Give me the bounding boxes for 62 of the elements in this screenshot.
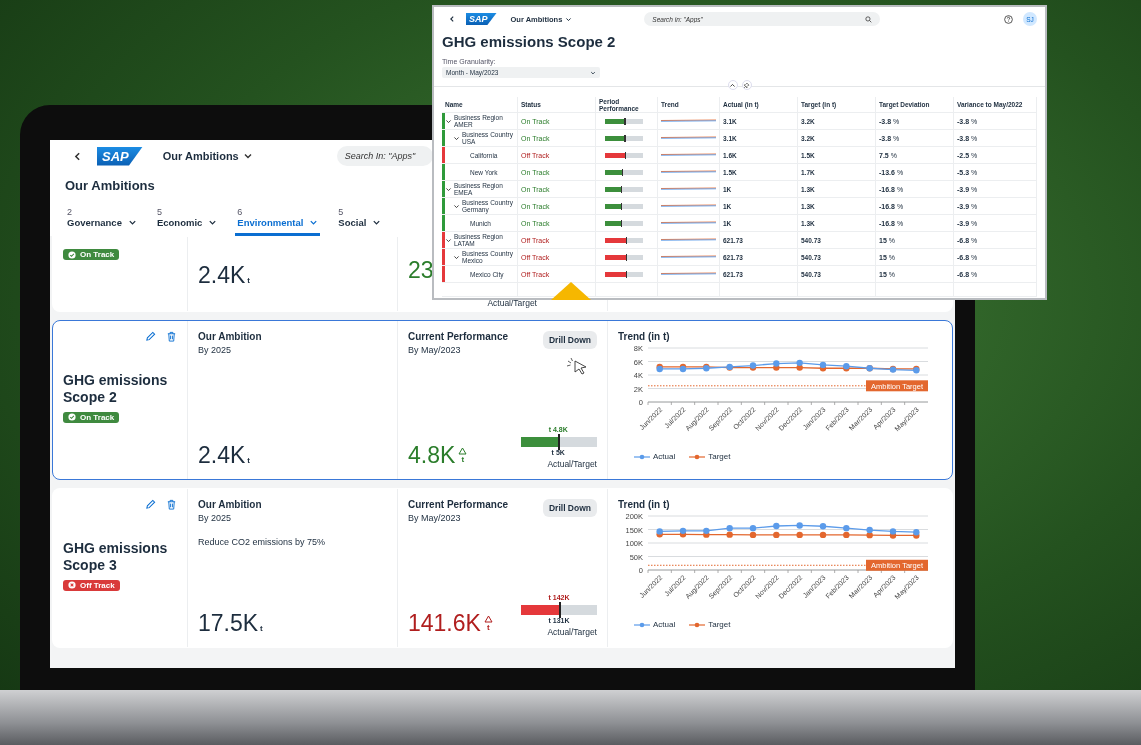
page-title: Our Ambitions bbox=[65, 178, 155, 193]
card-title: GHG emissions Scope 3 bbox=[63, 540, 169, 574]
point bbox=[703, 527, 710, 535]
performance-value: 141.6K bbox=[408, 610, 481, 637]
ambition-value: 17.5K t bbox=[198, 610, 263, 637]
search-field[interactable]: Search In: "Apps" bbox=[336, 146, 433, 166]
section-heading: Trend (in t) bbox=[618, 331, 671, 342]
section-heading: Our Ambition bbox=[198, 499, 263, 510]
section-heading: Current Performance bbox=[408, 331, 509, 342]
point bbox=[819, 361, 827, 369]
unit-label: t bbox=[461, 455, 465, 464]
section-heading: Our Ambition bbox=[198, 331, 263, 342]
section-heading: Trend (in t) bbox=[618, 499, 671, 510]
performance-value: 23 bbox=[408, 256, 434, 284]
point bbox=[726, 524, 733, 532]
point bbox=[889, 528, 897, 535]
bullet-caption: Actual/Target bbox=[546, 459, 597, 469]
point bbox=[773, 360, 780, 367]
legend-label: Target bbox=[708, 452, 731, 461]
bullet-caption: Actual/Target bbox=[546, 627, 597, 637]
period-label: By 2025 bbox=[198, 513, 233, 523]
point bbox=[843, 524, 850, 532]
category-tab[interactable]: 5 Economic bbox=[154, 207, 220, 236]
category-tab[interactable]: 5 Social bbox=[336, 207, 384, 236]
period-label: By May/2023 bbox=[408, 345, 462, 355]
point bbox=[866, 526, 873, 534]
section-heading: Current Performance bbox=[408, 499, 509, 510]
ambition-description: Reduce CO2 emissions by 75% bbox=[198, 537, 327, 547]
point bbox=[796, 359, 803, 367]
sap-logo[interactable]: SAP bbox=[466, 13, 497, 25]
legend-label: Target bbox=[708, 620, 731, 629]
performance-value: 4.8K bbox=[408, 442, 456, 469]
status-badge: Off Track bbox=[63, 579, 120, 591]
card-title: GHG emissions Scope 2 bbox=[63, 372, 169, 406]
ambition-value: 2.4K t bbox=[198, 442, 250, 469]
status-badge: On Track bbox=[63, 411, 120, 423]
category-tab[interactable]: 2 Governance bbox=[65, 207, 139, 236]
legend-label: Actual bbox=[653, 452, 676, 461]
point bbox=[726, 531, 733, 538]
point bbox=[773, 522, 780, 530]
unit-label: t bbox=[487, 623, 490, 632]
period-label: By May/2023 bbox=[408, 513, 462, 523]
point bbox=[796, 531, 803, 539]
drill-down-button[interactable]: Drill Down bbox=[542, 499, 597, 517]
drill-down-button[interactable]: Drill Down bbox=[542, 331, 597, 349]
point bbox=[749, 531, 757, 539]
app-menu[interactable]: Our Ambitions bbox=[162, 150, 253, 162]
window-title: GHG emissions Scope 2 bbox=[442, 33, 617, 50]
point bbox=[819, 523, 827, 530]
point bbox=[796, 522, 803, 529]
legend-label: Actual bbox=[653, 620, 676, 629]
point bbox=[866, 531, 873, 539]
sap-logo[interactable]: SAP bbox=[97, 146, 143, 166]
point bbox=[679, 527, 687, 535]
bullet-caption: Actual/Target bbox=[486, 298, 537, 308]
status-badge: On Track bbox=[63, 249, 120, 260]
period-label: By 2025 bbox=[198, 345, 233, 355]
ambition-value: 2.4K t bbox=[198, 262, 250, 289]
point bbox=[843, 531, 850, 539]
point bbox=[773, 531, 780, 539]
point bbox=[749, 524, 757, 532]
point bbox=[819, 531, 827, 539]
